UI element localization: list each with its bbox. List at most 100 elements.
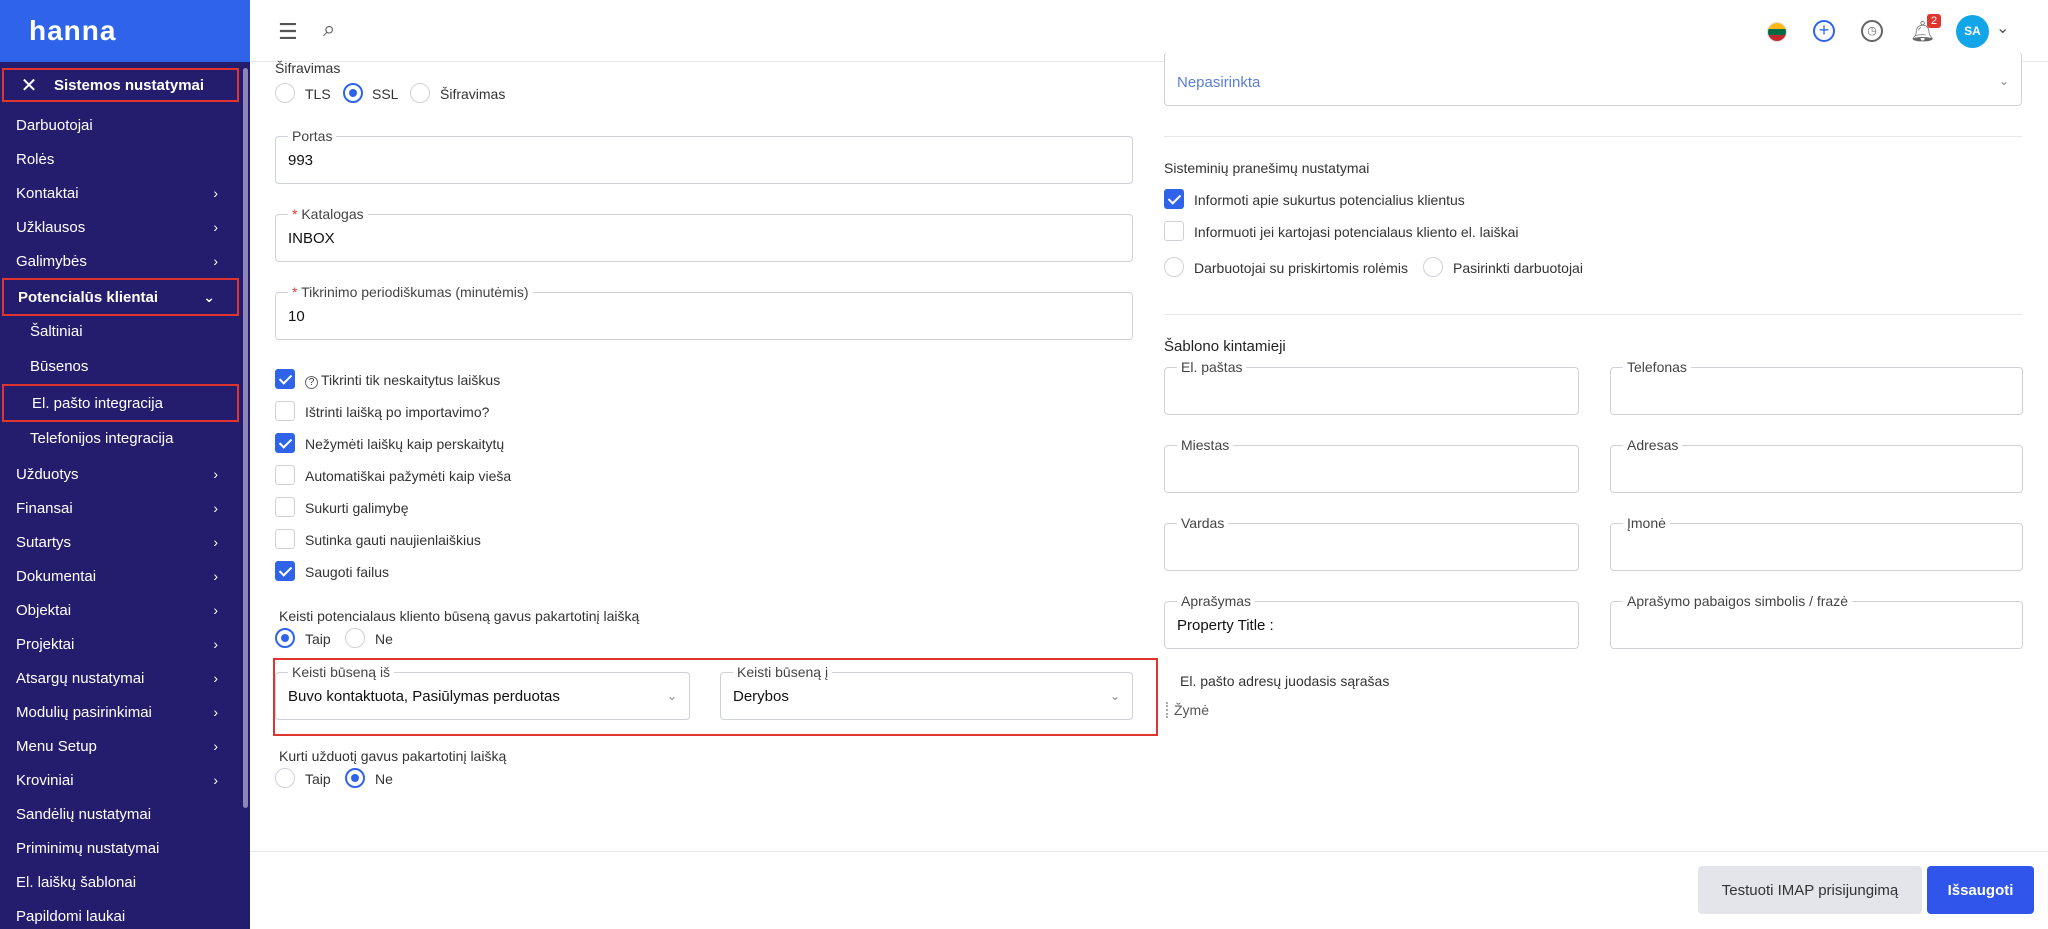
var-address-field[interactable]: Adresas	[1610, 437, 2023, 493]
sidebar-scrollbar[interactable]	[243, 68, 248, 808]
radio-tls[interactable]	[275, 83, 295, 103]
var-phone-field[interactable]: Telefonas	[1610, 359, 2023, 415]
sidebar-item-reminder-settings[interactable]: Priminimų nustatymai	[0, 831, 240, 865]
chevron-right-icon: ›	[213, 500, 218, 516]
chevron-right-icon: ›	[213, 670, 218, 686]
search-icon[interactable]: ⌕	[323, 16, 335, 42]
checkbox-mark-public[interactable]	[275, 465, 295, 485]
radio-change-status-no[interactable]	[345, 628, 365, 648]
sidebar-item-statuses[interactable]: Būsenos	[0, 349, 240, 383]
sidebar-item-cargo[interactable]: Kroviniai ›	[0, 763, 240, 797]
blacklist-tag-input[interactable]: Žymė	[1166, 702, 1209, 718]
sidebar-item-employees[interactable]: Darbuotojai	[0, 108, 240, 142]
radio-ssl[interactable]	[343, 83, 363, 103]
save-button[interactable]: Išsaugoti	[1927, 866, 2034, 914]
checkbox-newsletter[interactable]	[275, 529, 295, 549]
radio-change-status-yes-label: Taip	[305, 631, 331, 647]
chevron-right-icon: ›	[213, 534, 218, 550]
checkbox-notify-duplicates-label: Informuoti jei kartojasi potencialaus kl…	[1194, 224, 1519, 240]
chevron-down-icon: ⌄	[666, 689, 677, 703]
check-period-field[interactable]: * Tikrinimo periodiškumas (minutėmis) 10	[275, 284, 1133, 340]
sidebar-item-tasks[interactable]: Užduotys ›	[0, 457, 240, 491]
notifications-title: Sisteminių pranešimų nustatymai	[1164, 160, 1370, 176]
sidebar-item-objects[interactable]: Objektai ›	[0, 593, 240, 627]
language-flag-icon[interactable]	[1767, 22, 1787, 42]
avatar[interactable]: SA	[1956, 15, 1989, 48]
sidebar-item-contracts[interactable]: Sutartys ›	[0, 525, 240, 559]
radio-create-task-no[interactable]	[345, 768, 365, 788]
sidebar-item-contacts[interactable]: Kontaktai ›	[0, 176, 240, 210]
divider	[1164, 314, 2022, 315]
status-from-select[interactable]: Keisti būseną iš Buvo kontaktuota, Pasiū…	[275, 664, 690, 720]
status-to-select[interactable]: Keisti būseną į Derybos ⌄	[720, 664, 1133, 720]
create-task-label: Kurti užduotį gavus pakartotinį laišką	[279, 748, 507, 764]
checkbox-create-opportunity[interactable]	[275, 497, 295, 517]
sidebar-item-sources[interactable]: Šaltiniai	[0, 314, 240, 348]
chevron-right-icon: ›	[213, 738, 218, 754]
sidebar-item-email-templates[interactable]: El. laiškų šablonai	[0, 865, 240, 899]
add-icon[interactable]: +	[1813, 20, 1835, 42]
radio-create-task-yes-label: Taip	[305, 771, 331, 787]
radio-employees-with-roles[interactable]	[1164, 257, 1184, 277]
var-name-field[interactable]: Vardas	[1164, 515, 1579, 571]
responsible-group-select[interactable]: Nepasirinkta ⌄	[1164, 52, 2022, 106]
encryption-label: Šifravimas	[275, 60, 341, 76]
var-email-field[interactable]: El. paštas	[1164, 359, 1579, 415]
logo[interactable]: hanna	[0, 0, 250, 62]
radio-create-task-yes[interactable]	[275, 768, 295, 788]
sidebar-item-finance[interactable]: Finansai ›	[0, 491, 240, 525]
sidebar-item-module-choices[interactable]: Modulių pasirinkimai ›	[0, 695, 240, 729]
folder-value: INBOX	[288, 230, 335, 247]
sidebar-item-leads[interactable]: Potencialūs klientai ⌄	[2, 278, 239, 316]
radio-employees-with-roles-label: Darbuotojai su priskirtomis rolėmis	[1194, 260, 1408, 276]
checkbox-dont-mark-read[interactable]	[275, 433, 295, 453]
chevron-right-icon: ›	[213, 185, 218, 201]
sidebar-item-projects[interactable]: Projektai ›	[0, 627, 240, 661]
checkbox-notify-new-leads-label: Informoti apie sukurtus potencialius kli…	[1194, 192, 1465, 208]
sidebar-item-roles[interactable]: Rolės	[0, 142, 240, 176]
sidebar-item-opportunities[interactable]: Galimybės ›	[0, 244, 240, 278]
var-company-field[interactable]: Įmonė	[1610, 515, 2023, 571]
radio-change-status-no-label: Ne	[375, 631, 393, 647]
sidebar-item-custom-fields[interactable]: Papildomi laukai	[0, 899, 240, 929]
sidebar-item-telephony-integration[interactable]: Telefonijos integracija	[0, 421, 240, 455]
sidebar-item-documents[interactable]: Dokumentai ›	[0, 559, 240, 593]
main-content: Šifravimas TLS SSL Šifravimas Portas 993…	[250, 52, 2048, 852]
port-value: 993	[288, 152, 314, 169]
sidebar-item-menu-setup[interactable]: Menu Setup ›	[0, 729, 240, 763]
sidebar-item-email-integration[interactable]: El. pašto integracija	[2, 384, 239, 422]
checkbox-notify-new-leads[interactable]	[1164, 189, 1184, 209]
sidebar-item-inquiries[interactable]: Užklausos ›	[0, 210, 240, 244]
checkbox-only-unread[interactable]	[275, 369, 295, 389]
help-circle-icon[interactable]: ?	[305, 376, 318, 389]
chevron-right-icon: ›	[213, 636, 218, 652]
var-description-field[interactable]: Aprašymas Property Title :	[1164, 593, 1579, 649]
chevron-down-icon: ⌄	[203, 288, 215, 305]
sidebar-item-warehouse-settings[interactable]: Sandėlių nustatymai	[0, 797, 240, 831]
var-description-end-field[interactable]: Aprašymo pabaigos simbolis / frazė	[1610, 593, 2023, 649]
radio-tls-label: TLS	[305, 86, 331, 102]
checkbox-delete-after-import-label: Ištrinti laišką po importavimo?	[305, 404, 490, 420]
chevron-down-icon[interactable]: ⌄	[1996, 18, 2009, 38]
checkbox-save-files[interactable]	[275, 561, 295, 581]
chevron-right-icon: ›	[213, 253, 218, 269]
sidebar-section-header[interactable]: ✕ Sistemos nustatymai	[2, 68, 239, 102]
radio-change-status-yes[interactable]	[275, 628, 295, 648]
close-icon[interactable]: ✕	[4, 73, 54, 98]
var-city-field[interactable]: Miestas	[1164, 437, 1579, 493]
sidebar-item-inventory-settings[interactable]: Atsargų nustatymai ›	[0, 661, 240, 695]
radio-encryption[interactable]	[410, 83, 430, 103]
checkbox-delete-after-import[interactable]	[275, 401, 295, 421]
status-to-value: Derybos	[733, 688, 789, 705]
chevron-down-icon: ⌄	[1109, 689, 1120, 703]
port-field[interactable]: Portas 993	[275, 128, 1133, 184]
radio-selected-employees[interactable]	[1423, 257, 1443, 277]
test-imap-button[interactable]: Testuoti IMAP prisijungimą	[1698, 866, 1922, 914]
chevron-right-icon: ›	[213, 219, 218, 235]
folder-field[interactable]: * Katalogas INBOX	[275, 206, 1133, 262]
menu-icon[interactable]: ☰	[278, 19, 298, 45]
chevron-right-icon: ›	[213, 466, 218, 482]
checkbox-notify-duplicates[interactable]	[1164, 221, 1184, 241]
change-status-label: Keisti potencialaus kliento būseną gavus…	[279, 608, 640, 624]
clock-icon[interactable]: ◷	[1861, 20, 1883, 42]
